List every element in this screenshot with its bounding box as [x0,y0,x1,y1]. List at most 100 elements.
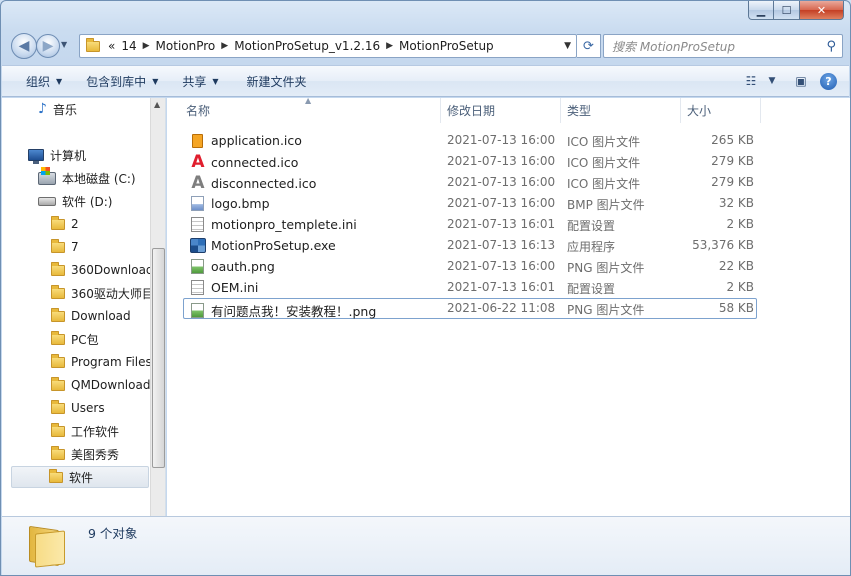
folder-icon [51,376,65,391]
nav-item-folder[interactable]: 美图秀秀 [51,443,119,465]
file-name-cell: motionpro_templete.ini [190,217,357,232]
file-name-cell: oauth.png [190,259,275,274]
include-in-library-button[interactable]: 包含到库中 ▼ [78,69,166,93]
view-options-icon[interactable]: ☷ [738,70,764,92]
nav-item-folder-selected[interactable]: 软件 [11,466,149,488]
nav-item-folder[interactable]: PC包 [51,328,99,350]
image-file-icon [191,259,204,274]
file-size: 279 KB [711,154,754,168]
dropdown-arrow-icon: ▼ [56,76,63,86]
file-row[interactable]: oauth.png 2021-07-13 16:00 PNG 图片文件 22 K… [183,256,757,277]
view-dropdown-icon[interactable]: ▼ [764,70,780,92]
file-type: 配置设置 [567,219,616,233]
folder-icon [51,261,65,276]
nav-item-computer[interactable]: 计算机 [28,144,86,166]
column-header-label: 大小 [687,104,712,118]
file-type: 应用程序 [567,240,616,254]
refresh-button[interactable]: ⟳ [577,34,601,58]
file-name-cell: OEM.ini [190,280,258,295]
column-header-type[interactable]: 类型 [561,98,681,123]
breadcrumb-item[interactable]: MotionProSetup_v1.2.16 [234,39,380,53]
folder-icon [51,238,65,253]
arrow-left-icon: ◀ [18,38,30,54]
new-folder-button[interactable]: 新建文件夹 [239,69,315,93]
nav-item-label: 计算机 [50,148,87,163]
back-button[interactable]: ◀ [11,33,37,59]
file-row[interactable]: OEM.ini 2021-07-13 16:01 配置设置 2 KB [183,277,757,298]
file-row-focused[interactable]: 有问题点我！安装教程！.png 2021-06-22 11:08 PNG 图片文… [183,298,757,319]
nav-item-label: Users [71,401,105,415]
file-list-pane: ▲ 名称 修改日期 类型 大小 application.ico 2021-07-… [167,98,850,516]
file-name-cell: logo.bmp [190,196,270,211]
breadcrumb-overflow[interactable]: « [108,39,115,53]
nav-scrollbar[interactable]: ▲ [150,98,165,516]
recent-pages-dropdown[interactable]: ▼ [61,40,67,49]
nav-item-folder[interactable]: Program Files [51,351,152,373]
maximize-button[interactable]: ☐ [774,1,800,20]
file-row[interactable]: logo.bmp 2021-07-13 16:00 BMP 图片文件 32 KB [183,193,757,214]
breadcrumb-separator-icon[interactable]: ▶ [386,41,393,51]
share-button[interactable]: 共享 ▼ [174,69,226,93]
file-name: motionpro_templete.ini [211,217,357,232]
image-file-icon [191,303,204,318]
address-bar[interactable]: « 14 ▶ MotionPro ▶ MotionProSetup_v1.2.1… [79,34,577,58]
nav-item-folder[interactable]: Users [51,397,105,419]
column-header-name[interactable]: 名称 [180,98,441,123]
file-row[interactable]: Adisconnected.ico 2021-07-13 16:00 ICO 图… [183,172,757,193]
file-row[interactable]: MotionProSetup.exe 2021-07-13 16:13 应用程序… [183,235,757,256]
breadcrumb-separator-icon[interactable]: ▶ [143,41,150,51]
share-label: 共享 [182,74,207,89]
column-header-date[interactable]: 修改日期 [441,98,561,123]
help-icon[interactable]: ? [820,72,837,90]
minimize-button[interactable]: ▁ [748,1,774,20]
search-icon[interactable]: ⚲ [826,39,836,54]
nav-item-label: 工作软件 [71,424,120,439]
close-button[interactable]: ✕ [800,1,844,20]
drive-icon [38,166,56,185]
nav-item-folder[interactable]: 工作软件 [51,420,119,442]
nav-item-label: 2 [71,217,79,231]
file-size: 279 KB [711,175,754,189]
dropdown-arrow-icon: ▼ [212,76,219,86]
file-row[interactable]: application.ico 2021-07-13 16:00 ICO 图片文… [183,130,757,151]
file-row[interactable]: Aconnected.ico 2021-07-13 16:00 ICO 图片文件… [183,151,757,172]
nav-item-folder[interactable]: 360Downloads [51,259,160,281]
folder-icon [51,445,65,460]
nav-item-folder[interactable]: 7 [51,236,79,258]
application-icon [190,238,206,253]
search-input[interactable]: 搜索 MotionProSetup ⚲ [603,34,843,58]
arrow-right-icon: ▶ [42,38,54,54]
folder-icon [51,422,65,437]
file-row[interactable]: motionpro_templete.ini 2021-07-13 16:01 … [183,214,757,235]
file-name: 有问题点我！安装教程！.png [211,304,377,319]
file-name-cell: application.ico [190,133,302,148]
nav-item-music[interactable]: ♪ 音乐 [38,98,77,120]
nav-item-folder[interactable]: 2 [51,213,79,235]
nav-item-label: 软件 [69,470,94,485]
scrollbar-thumb[interactable] [152,248,165,468]
file-type: BMP 图片文件 [567,198,645,212]
organize-button[interactable]: 组织 ▼ [18,69,70,93]
breadcrumb-item[interactable]: MotionPro [156,39,216,53]
breadcrumb-item[interactable]: 14 [121,39,136,53]
folder-icon [51,330,65,345]
folder-icon [51,307,65,322]
scroll-up-icon[interactable]: ▲ [154,100,160,109]
column-header-size[interactable]: 大小 [681,98,761,123]
nav-item-folder[interactable]: 360驱动大师目录 [51,282,165,304]
command-bar: 组织 ▼ 包含到库中 ▼ 共享 ▼ 新建文件夹 ☷ ▼ ▣ ? [2,65,849,97]
forward-button[interactable]: ▶ [36,34,60,58]
file-date: 2021-07-13 16:00 [447,154,556,168]
breadcrumb-item[interactable]: MotionProSetup [399,39,494,53]
file-type: 配置设置 [567,282,616,296]
nav-item-drive-c[interactable]: 本地磁盘 (C:) [38,166,136,189]
breadcrumb-separator-icon[interactable]: ▶ [221,41,228,51]
folder-icon [51,215,65,230]
nav-item-label: 软件 (D:) [62,194,113,209]
nav-item-folder[interactable]: Download [51,305,131,327]
address-dropdown-button[interactable]: ▼ [564,41,571,51]
preview-pane-icon[interactable]: ▣ [788,70,814,92]
nav-item-drive-d[interactable]: 软件 (D:) [38,190,112,212]
ico-file-icon [192,133,203,148]
nav-item-folder[interactable]: QMDownload [51,374,150,396]
